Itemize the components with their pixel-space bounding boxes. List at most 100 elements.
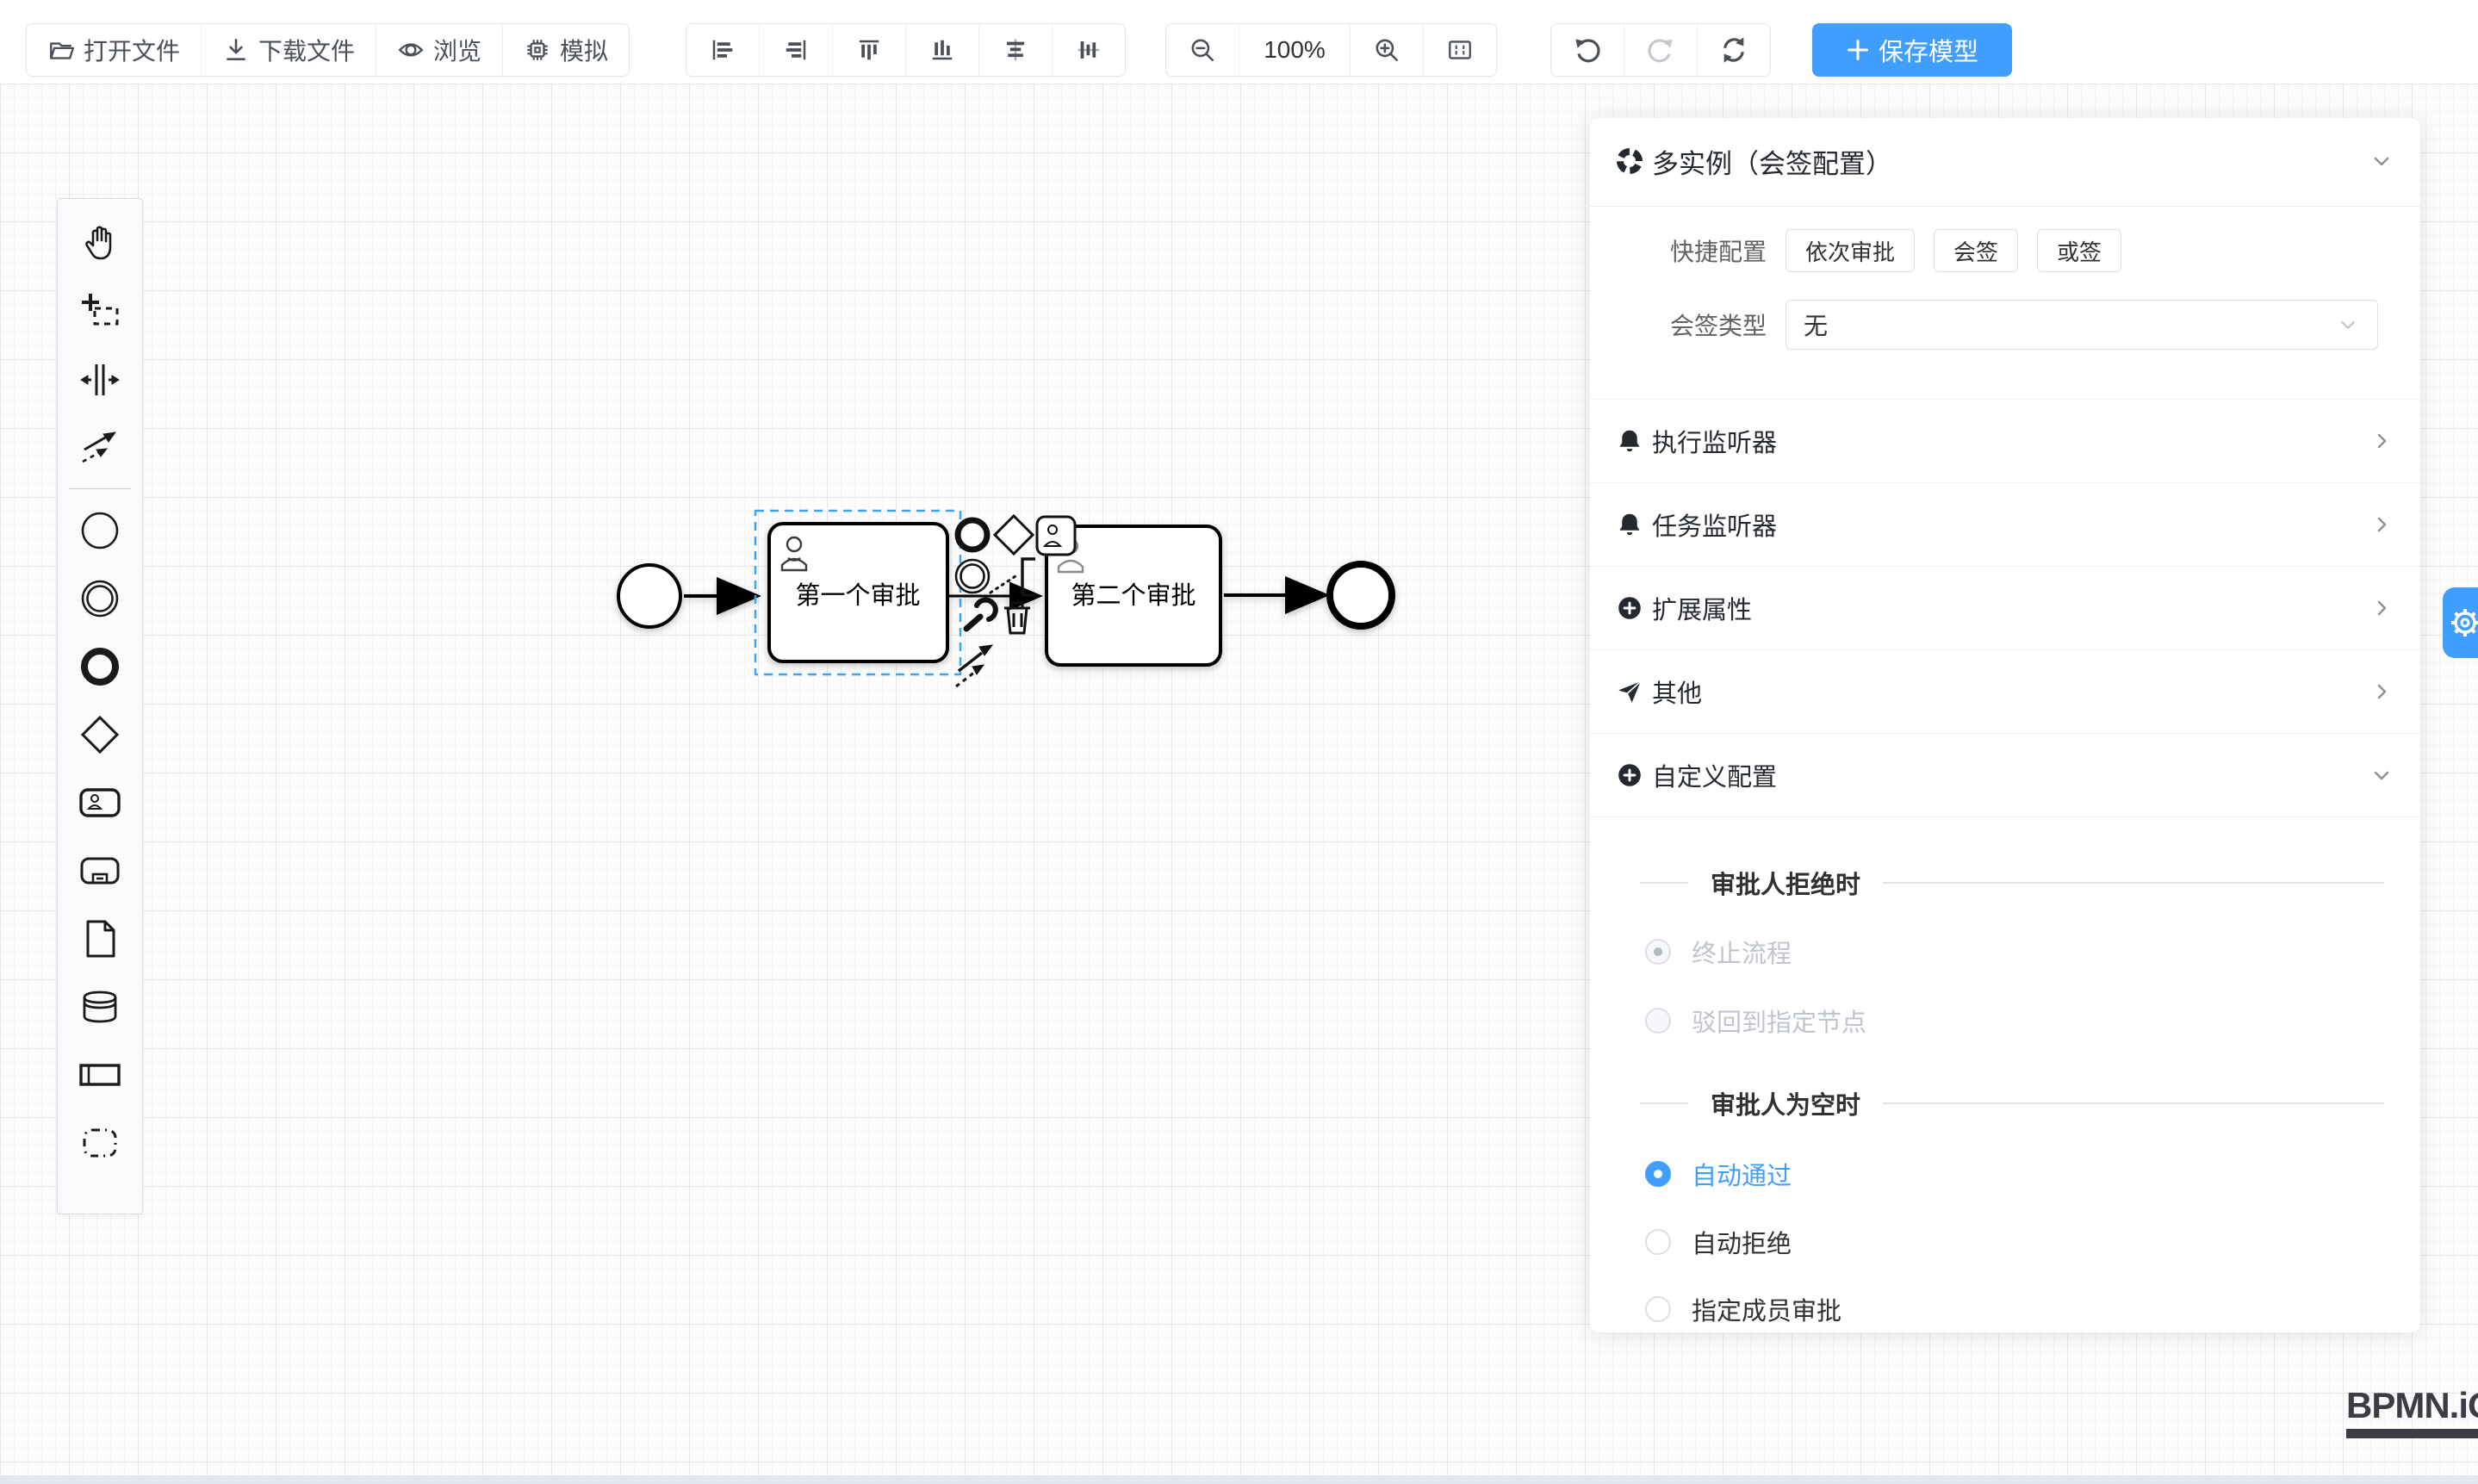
lasso-tool[interactable] xyxy=(58,277,142,345)
download-file-button[interactable]: 下载文件 xyxy=(202,24,376,76)
align-top-button[interactable] xyxy=(833,24,906,76)
accordion-label: 执行监听器 xyxy=(1652,423,2369,459)
radio-terminate-process[interactable]: 终止流程 xyxy=(1645,933,1792,971)
multi-instance-icon xyxy=(1616,147,1643,175)
preview-button[interactable]: 浏览 xyxy=(376,24,503,76)
settings-side-tab[interactable] xyxy=(2443,587,2478,658)
palette-subprocess[interactable] xyxy=(58,836,142,904)
radio-dot xyxy=(1645,1296,1671,1322)
fit-viewport-button[interactable] xyxy=(1424,24,1496,76)
data-store-icon xyxy=(78,984,122,1029)
start-event-shape[interactable] xyxy=(618,565,680,627)
toolbar-history-group xyxy=(1550,23,1771,77)
align-right-button[interactable] xyxy=(760,24,833,76)
quick-option-countersign[interactable]: 会签 xyxy=(1934,229,2018,272)
radio-dot xyxy=(1645,1161,1671,1187)
reset-button[interactable] xyxy=(1698,24,1770,76)
intermediate-event-icon xyxy=(78,576,122,621)
plus-icon xyxy=(1846,38,1870,62)
radio-return-to-node[interactable]: 驳回到指定节点 xyxy=(1645,1002,1866,1040)
accordion-custom-config[interactable]: 自定义配置 xyxy=(1590,733,2420,817)
palette-intermediate-event[interactable] xyxy=(58,564,142,632)
simulate-label: 模拟 xyxy=(560,33,608,67)
hand-tool-icon xyxy=(78,221,122,266)
task-first-approval[interactable] xyxy=(769,524,947,661)
chevron-down-icon[interactable] xyxy=(2369,148,2394,174)
open-file-label: 打开文件 xyxy=(84,33,180,67)
save-model-button[interactable]: 保存模型 xyxy=(1812,23,2012,77)
align-left-button[interactable] xyxy=(686,24,760,76)
chip-icon xyxy=(524,36,551,64)
palette-start-event[interactable] xyxy=(58,496,142,564)
palette-user-task[interactable] xyxy=(58,768,142,836)
palette-data-object[interactable] xyxy=(58,904,142,972)
bell-icon xyxy=(1616,427,1643,455)
space-tool-icon xyxy=(78,357,122,402)
accordion-label: 自定义配置 xyxy=(1652,757,2369,793)
append-end-event-icon[interactable] xyxy=(958,520,987,550)
zoom-in-icon xyxy=(1373,36,1400,64)
panel-divider xyxy=(1590,206,2420,207)
append-intermediate-event-icon[interactable] xyxy=(956,560,989,593)
align-bottom-button[interactable] xyxy=(906,24,979,76)
eye-icon xyxy=(397,36,425,64)
align-center-horizontal-button[interactable] xyxy=(979,24,1053,76)
quick-option-orsign[interactable]: 或签 xyxy=(2037,229,2121,272)
zoom-out-button[interactable] xyxy=(1166,24,1239,76)
panel-title: 多实例（会签配置） xyxy=(1652,142,2369,181)
palette-gateway[interactable] xyxy=(58,700,142,768)
open-file-button[interactable]: 打开文件 xyxy=(27,24,202,76)
panel-header[interactable]: 多实例（会签配置） xyxy=(1590,135,2420,187)
palette-data-store[interactable] xyxy=(58,972,142,1040)
connection-tool[interactable] xyxy=(58,413,142,481)
accordion-task-listener[interactable]: 任务监听器 xyxy=(1590,482,2420,566)
accordion-label: 任务监听器 xyxy=(1652,506,2369,543)
palette-participant[interactable] xyxy=(58,1040,142,1108)
radio-auto-pass[interactable]: 自动通过 xyxy=(1645,1155,1792,1193)
end-event-shape[interactable] xyxy=(1330,564,1392,626)
align-right-icon xyxy=(783,37,809,63)
quick-config-row: 快捷配置 依次审批 会签 或签 xyxy=(1590,223,2420,278)
align-bottom-icon xyxy=(929,37,955,63)
hand-tool[interactable] xyxy=(58,209,142,277)
align-top-icon xyxy=(856,37,882,63)
radio-assign-member[interactable]: 指定成员审批 xyxy=(1645,1290,1841,1328)
participant-icon xyxy=(78,1052,122,1097)
preview-label: 浏览 xyxy=(433,33,481,67)
undo-button[interactable] xyxy=(1551,24,1624,76)
fit-viewport-icon xyxy=(1446,36,1474,64)
bpmn-io-logo[interactable]: BPMN.iO xyxy=(2346,1385,2478,1438)
align-middle-vertical-button[interactable] xyxy=(1053,24,1125,76)
element-palette xyxy=(57,198,143,1214)
accordion-extended-properties[interactable]: 扩展属性 xyxy=(1590,566,2420,649)
radio-auto-reject[interactable]: 自动拒绝 xyxy=(1645,1223,1792,1261)
zoom-in-button[interactable] xyxy=(1351,24,1424,76)
align-center-horizontal-icon xyxy=(1003,37,1028,63)
user-task-icon xyxy=(78,780,122,825)
bottom-strip xyxy=(0,1475,2478,1484)
download-file-label: 下载文件 xyxy=(258,33,355,67)
radio-dot xyxy=(1645,1229,1671,1255)
reset-icon xyxy=(1719,35,1748,65)
redo-button[interactable] xyxy=(1624,24,1698,76)
properties-panel: 多实例（会签配置） 快捷配置 依次审批 会签 或签 会签类型 无 xyxy=(1590,118,2420,1332)
zoom-level[interactable]: 100% xyxy=(1239,24,1351,76)
quick-option-sequential[interactable]: 依次审批 xyxy=(1786,229,1915,272)
data-object-icon xyxy=(78,916,122,961)
chevron-right-icon xyxy=(2369,428,2394,454)
chevron-right-icon xyxy=(2369,595,2394,621)
sign-type-select[interactable]: 无 xyxy=(1786,300,2378,350)
simulate-button[interactable]: 模拟 xyxy=(503,24,629,76)
accordion-other[interactable]: 其他 xyxy=(1590,649,2420,733)
palette-end-event[interactable] xyxy=(58,632,142,700)
gateway-icon xyxy=(78,712,122,757)
accordion-execution-listener[interactable]: 执行监听器 xyxy=(1590,399,2420,482)
space-tool[interactable] xyxy=(58,345,142,413)
zoom-out-icon xyxy=(1189,36,1216,64)
chevron-down-icon xyxy=(2336,313,2360,337)
save-model-label: 保存模型 xyxy=(1879,32,1978,68)
palette-divider xyxy=(69,488,132,489)
palette-group[interactable] xyxy=(58,1108,142,1177)
toolbar-file-group: 打开文件 下载文件 浏览 模拟 xyxy=(26,23,630,77)
append-user-task-icon[interactable] xyxy=(1037,517,1075,555)
